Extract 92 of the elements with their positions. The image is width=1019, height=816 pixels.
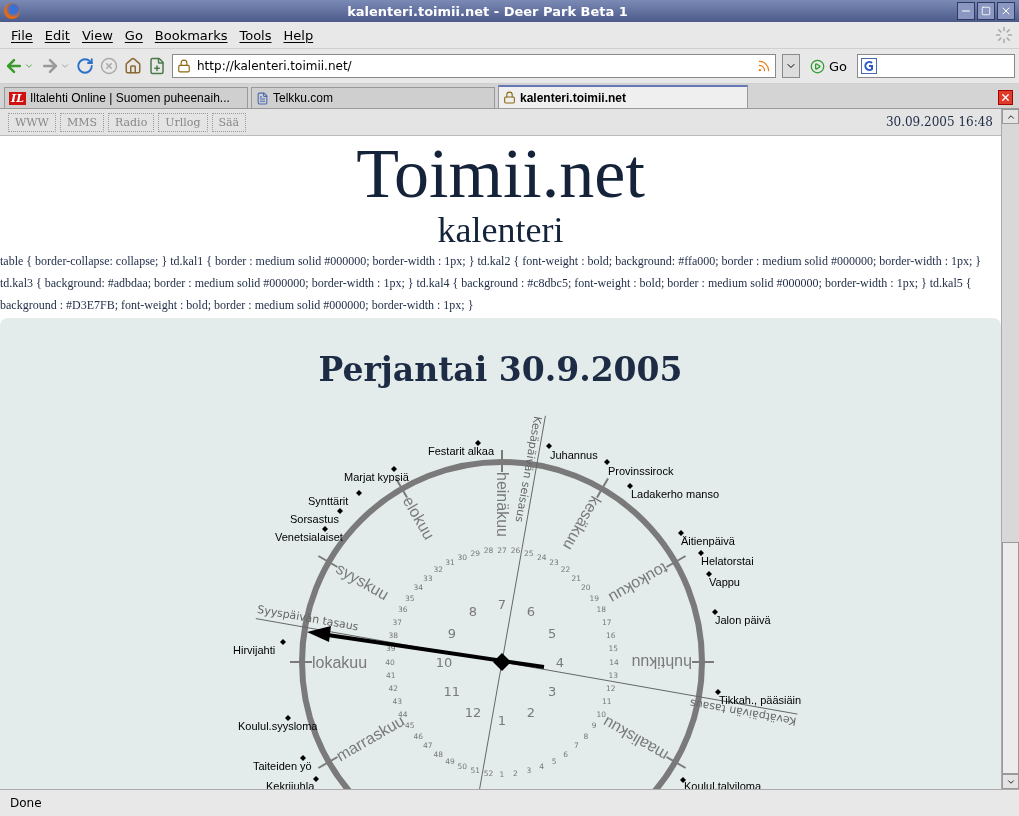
month-label: huhtikuu <box>631 653 692 671</box>
browser-tab[interactable]: Telkku.com <box>251 87 495 108</box>
site-title: Toimii.net <box>355 136 646 212</box>
event-label: Venetsialaiset <box>274 531 343 543</box>
browser-logo-icon <box>4 3 20 19</box>
event-marker <box>711 609 718 615</box>
event-marker <box>697 550 704 556</box>
event-marker <box>705 571 712 577</box>
close-tab-button[interactable] <box>998 90 1013 105</box>
event-label: Äitienpäivä <box>680 535 735 547</box>
month-label: heinäkuu <box>493 472 510 537</box>
event-marker <box>284 715 291 721</box>
rss-icon[interactable] <box>756 59 771 73</box>
event-label: Hirvijahti <box>232 644 275 656</box>
event-label: Taiteiden yö <box>252 760 312 772</box>
css-code-text: table { border-collapse: collapse; } td.kal1 { border : medium solid #000000; border-width : 1px; } td.kal2 { font-weight : bold; background: #ffa000; border : medium solid #000000; border-width : 1px; } td.kal3 { background: #adbdaa; border : medium solid #000000; border-width : 1px; } td.kal4 { background : #c8dbc5; font-weight : bold; border : medium solid #000000; border-width : 1px; } td.kal5 { background : #D3E7FB; font-weight : bold; border : medium solid #000000; border-width : 1px; } <box>0 253 983 314</box>
new-page-icon[interactable] <box>148 57 166 75</box>
menu-item[interactable]: Bookmarks <box>149 25 233 45</box>
status-text: Done <box>10 796 42 810</box>
hour-number: 3 <box>547 683 556 699</box>
minimize-button[interactable] <box>957 2 975 20</box>
event-label: Marjat kypsiä <box>343 471 409 483</box>
hour-number: 8 <box>468 604 477 620</box>
event-marker <box>336 508 343 514</box>
hour-number: 6 <box>526 604 535 620</box>
play-icon <box>809 58 825 74</box>
event-marker <box>355 490 362 496</box>
event-label: Festarit alkaa <box>427 445 494 457</box>
date-time: 30.09.2005 16:48 <box>885 115 993 129</box>
menu-item[interactable]: Edit <box>39 25 75 45</box>
event-marker <box>545 443 552 449</box>
hour-number: 1 <box>497 712 506 728</box>
site-subtitle: kalenteri <box>436 212 565 248</box>
reload-icon[interactable] <box>76 57 94 75</box>
menu-item[interactable]: Help <box>278 25 319 45</box>
address-field[interactable]: http://kalenteri.toimii.net/ <box>172 54 776 78</box>
forward-icon[interactable] <box>40 56 70 76</box>
go-button[interactable]: Go <box>805 58 851 74</box>
close-icon <box>1000 92 1011 103</box>
menu-item[interactable]: Tools <box>234 25 277 45</box>
hour-number: 12 <box>464 704 481 720</box>
throbber-icon <box>995 26 1013 44</box>
maximize-icon <box>981 6 991 16</box>
hour-number: 10 <box>435 654 452 670</box>
event-marker <box>390 466 397 472</box>
event-label: Helatorstai <box>700 555 754 567</box>
scrollbar[interactable] <box>1001 109 1019 789</box>
month-label: lokakuu <box>311 653 367 671</box>
hour-number: 9 <box>447 625 456 641</box>
window-title: kalenteri.toimii.net - Deer Park Beta 1 <box>346 3 629 19</box>
menu-item[interactable]: View <box>76 25 118 45</box>
hour-number: 7 <box>497 596 506 612</box>
event-label: Juhannus <box>549 449 598 461</box>
lock-icon <box>177 59 191 73</box>
event-label: Sorsastus <box>289 513 339 525</box>
event-label: Vappu <box>708 576 740 588</box>
menu-item[interactable]: File <box>6 25 38 45</box>
event-marker <box>677 530 684 536</box>
event-marker <box>474 440 481 446</box>
site-logo-icon: IL <box>9 91 26 105</box>
browser-tab[interactable]: kalenteri.toimii.net <box>498 85 748 108</box>
event-label: Provinssirock <box>607 465 673 477</box>
hour-number: 2 <box>526 704 535 720</box>
page-icon <box>256 91 269 105</box>
event-marker <box>312 776 319 782</box>
scroll-down-button[interactable] <box>1002 774 1019 789</box>
event-marker <box>714 689 721 695</box>
menu-item[interactable]: Go <box>119 25 148 45</box>
event-label: Koulul.syysloma <box>237 720 317 732</box>
event-label: Ladakerho manso <box>630 488 719 500</box>
search-engine-icon <box>861 58 877 74</box>
back-icon[interactable] <box>4 56 34 76</box>
history-dropdown-button[interactable] <box>781 54 800 78</box>
maximize-button[interactable] <box>977 2 995 20</box>
calendar-heading: Perjantai 30.9.2005 <box>318 349 683 391</box>
lock-icon <box>503 91 516 104</box>
event-marker <box>603 459 610 465</box>
hour-number: 4 <box>555 654 564 670</box>
event-marker <box>679 777 686 783</box>
event-label: Synttärit <box>307 495 348 507</box>
search-field[interactable] <box>857 54 1015 78</box>
event-marker <box>626 483 633 489</box>
event-marker <box>321 526 328 532</box>
close-icon <box>1000 5 1012 17</box>
browser-tab[interactable]: IL Iltalehti Online | Suomen puheenaih... <box>4 87 248 108</box>
hour-number: 5 <box>547 625 556 641</box>
event-marker <box>279 639 286 645</box>
event-label: Jalon päivä <box>714 614 771 626</box>
home-icon[interactable] <box>124 57 142 75</box>
event-marker <box>299 755 306 761</box>
close-button[interactable] <box>997 2 1015 20</box>
hour-number: 11 <box>443 683 460 699</box>
